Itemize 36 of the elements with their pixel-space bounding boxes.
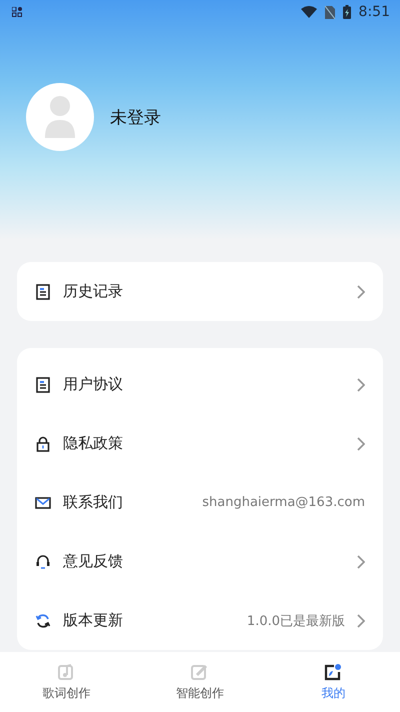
tab[interactable]: 我的	[266, 652, 400, 712]
menu-value: 1.0.0已是最新版	[246, 612, 345, 630]
menu-label: 版本更新	[63, 611, 124, 630]
menu-item[interactable]: 用户协议	[17, 355, 383, 414]
wifi-icon	[300, 6, 317, 18]
app-grid-icon	[12, 7, 22, 17]
battery-charging-icon	[342, 5, 351, 19]
document-icon	[35, 284, 51, 300]
login-status[interactable]: 未登录	[110, 106, 161, 128]
menu-label: 隐私政策	[63, 434, 124, 453]
menu-value: shanghaierma@163.com	[202, 495, 365, 510]
tab[interactable]: 歌词创作	[0, 652, 134, 712]
headset-icon	[35, 554, 51, 570]
menu-item[interactable]: 隐私政策	[17, 414, 383, 473]
refresh-icon	[35, 612, 51, 628]
tab-label: 智能创作	[176, 684, 224, 702]
document-icon	[35, 376, 51, 392]
edit-icon	[190, 662, 209, 680]
tab-label: 歌词创作	[42, 684, 91, 702]
menu-item[interactable]: 版本更新 1.0.0已是最新版	[17, 591, 383, 650]
profile-icon	[324, 662, 342, 680]
music-note-icon	[58, 662, 76, 680]
menu-label: 联系我们	[63, 493, 124, 512]
menu-item[interactable]: 联系我们 shanghaierma@163.com	[17, 473, 383, 532]
menu-label: 意见反馈	[63, 552, 124, 571]
menu-item[interactable]: 意见反馈	[17, 532, 383, 591]
mail-icon	[35, 494, 51, 510]
tab-label: 我的	[321, 684, 346, 702]
menu-label: 用户协议	[63, 375, 124, 394]
user-silhouette-icon	[45, 96, 75, 138]
tab[interactable]: 智能创作	[133, 652, 267, 712]
lock-icon	[35, 436, 51, 452]
menu-label: 历史记录	[63, 282, 124, 301]
no-sim-icon	[324, 6, 335, 18]
menu-item[interactable]: 历史记录	[17, 262, 383, 321]
status-time: 8:51	[358, 4, 390, 20]
